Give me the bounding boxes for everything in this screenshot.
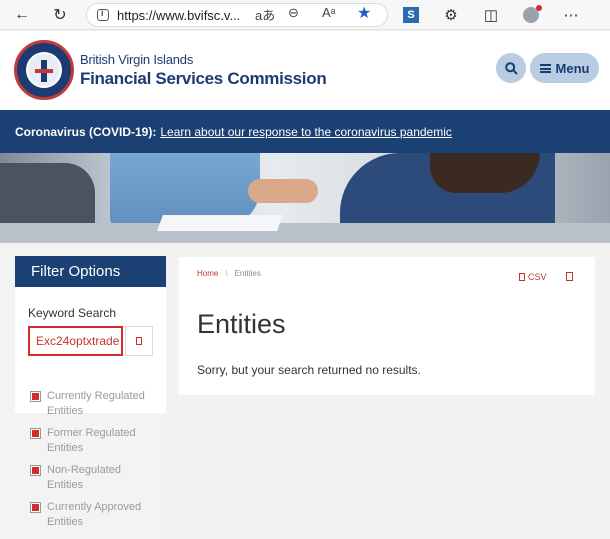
page-title: Entities	[197, 309, 286, 339]
keyword-clear-button[interactable]	[125, 326, 153, 356]
breadcrumb-current: Entities	[234, 269, 261, 278]
more-options-icon[interactable]: ⋯	[560, 4, 582, 26]
filter-checkbox[interactable]	[30, 428, 41, 439]
menu-button[interactable]: Menu	[530, 53, 599, 83]
csv-icon	[519, 273, 525, 281]
filter-label: Currently Approved Entities	[47, 501, 142, 528]
address-bar[interactable]: https://www.bvifsc.v...	[86, 3, 388, 27]
clear-icon	[136, 337, 142, 345]
filter-former-regulated[interactable]: Former Regulated Entities	[30, 426, 165, 456]
filter-checkbox[interactable]	[30, 502, 41, 513]
read-aloud-icon[interactable]: aあ	[255, 5, 275, 24]
entity-filter-list: Currently Regulated Entities Former Regu…	[30, 389, 165, 537]
menu-label: Menu	[555, 60, 590, 76]
profile-avatar-icon[interactable]	[520, 4, 542, 26]
covid-banner-lead: Coronavirus (COVID-19):	[15, 124, 157, 139]
content-background	[167, 395, 610, 539]
csv-label: CSV	[528, 272, 547, 282]
site-search-button[interactable]	[496, 53, 526, 83]
breadcrumb: Home \ Entities	[197, 269, 261, 278]
zoom-out-icon[interactable]: ⊖	[288, 5, 299, 21]
extensions-icon[interactable]: ⚙	[440, 4, 462, 26]
covid-banner: Coronavirus (COVID-19): Learn about our …	[0, 110, 610, 153]
filter-label: Non-Regulated Entities	[47, 464, 121, 491]
no-results-message: Sorry, but your search returned no resul…	[197, 363, 421, 377]
filter-currently-regulated[interactable]: Currently Regulated Entities	[30, 389, 165, 419]
refresh-icon[interactable]: ↻	[46, 1, 74, 29]
browser-toolbar: ← ↻ https://www.bvifsc.v... aあ ⊖ Aᵃ ★ S …	[0, 0, 610, 30]
extension-s-icon[interactable]: S	[400, 4, 422, 26]
filter-options-heading: Filter Options	[15, 256, 166, 287]
entities-results-card: Home \ Entities CSV Entities Sorry, but …	[179, 257, 595, 395]
covid-response-link[interactable]: Learn about our response to the coronavi…	[160, 125, 452, 139]
csv-export-link[interactable]: CSV	[519, 272, 547, 282]
filter-checkbox[interactable]	[30, 465, 41, 476]
breadcrumb-home-link[interactable]: Home	[197, 269, 218, 278]
favorite-star-icon[interactable]: ★	[357, 3, 371, 23]
hamburger-icon	[539, 63, 551, 73]
brand-subtitle: British Virgin Islands	[80, 52, 194, 67]
filter-sidebar: Filter Options Keyword Search Exc24optxt…	[0, 243, 167, 539]
url-text: https://www.bvifsc.v...	[117, 7, 241, 23]
back-icon[interactable]: ←	[8, 1, 36, 29]
keyword-search-input[interactable]: Exc24optxtrade	[28, 326, 123, 356]
search-icon	[504, 61, 518, 75]
split-screen-icon[interactable]: ◫	[480, 4, 502, 26]
breadcrumb-separator: \	[225, 269, 228, 278]
site-info-icon[interactable]	[97, 8, 109, 21]
filter-label: Currently Regulated Entities	[47, 390, 145, 417]
brand-title: Financial Services Commission	[80, 69, 327, 88]
reader-view-icon[interactable]: Aᵃ	[322, 5, 336, 20]
filter-label: Former Regulated Entities	[47, 427, 136, 454]
site-header: British Virgin Islands Financial Service…	[0, 31, 610, 110]
hero-handshake-image	[0, 153, 610, 243]
print-icon[interactable]	[566, 272, 573, 281]
filter-non-regulated[interactable]: Non-Regulated Entities	[30, 463, 165, 493]
filter-currently-approved[interactable]: Currently Approved Entities	[30, 500, 165, 530]
filter-checkbox[interactable]	[30, 391, 41, 402]
bvi-fsc-logo[interactable]	[14, 40, 74, 100]
keyword-search-label: Keyword Search	[28, 306, 117, 320]
